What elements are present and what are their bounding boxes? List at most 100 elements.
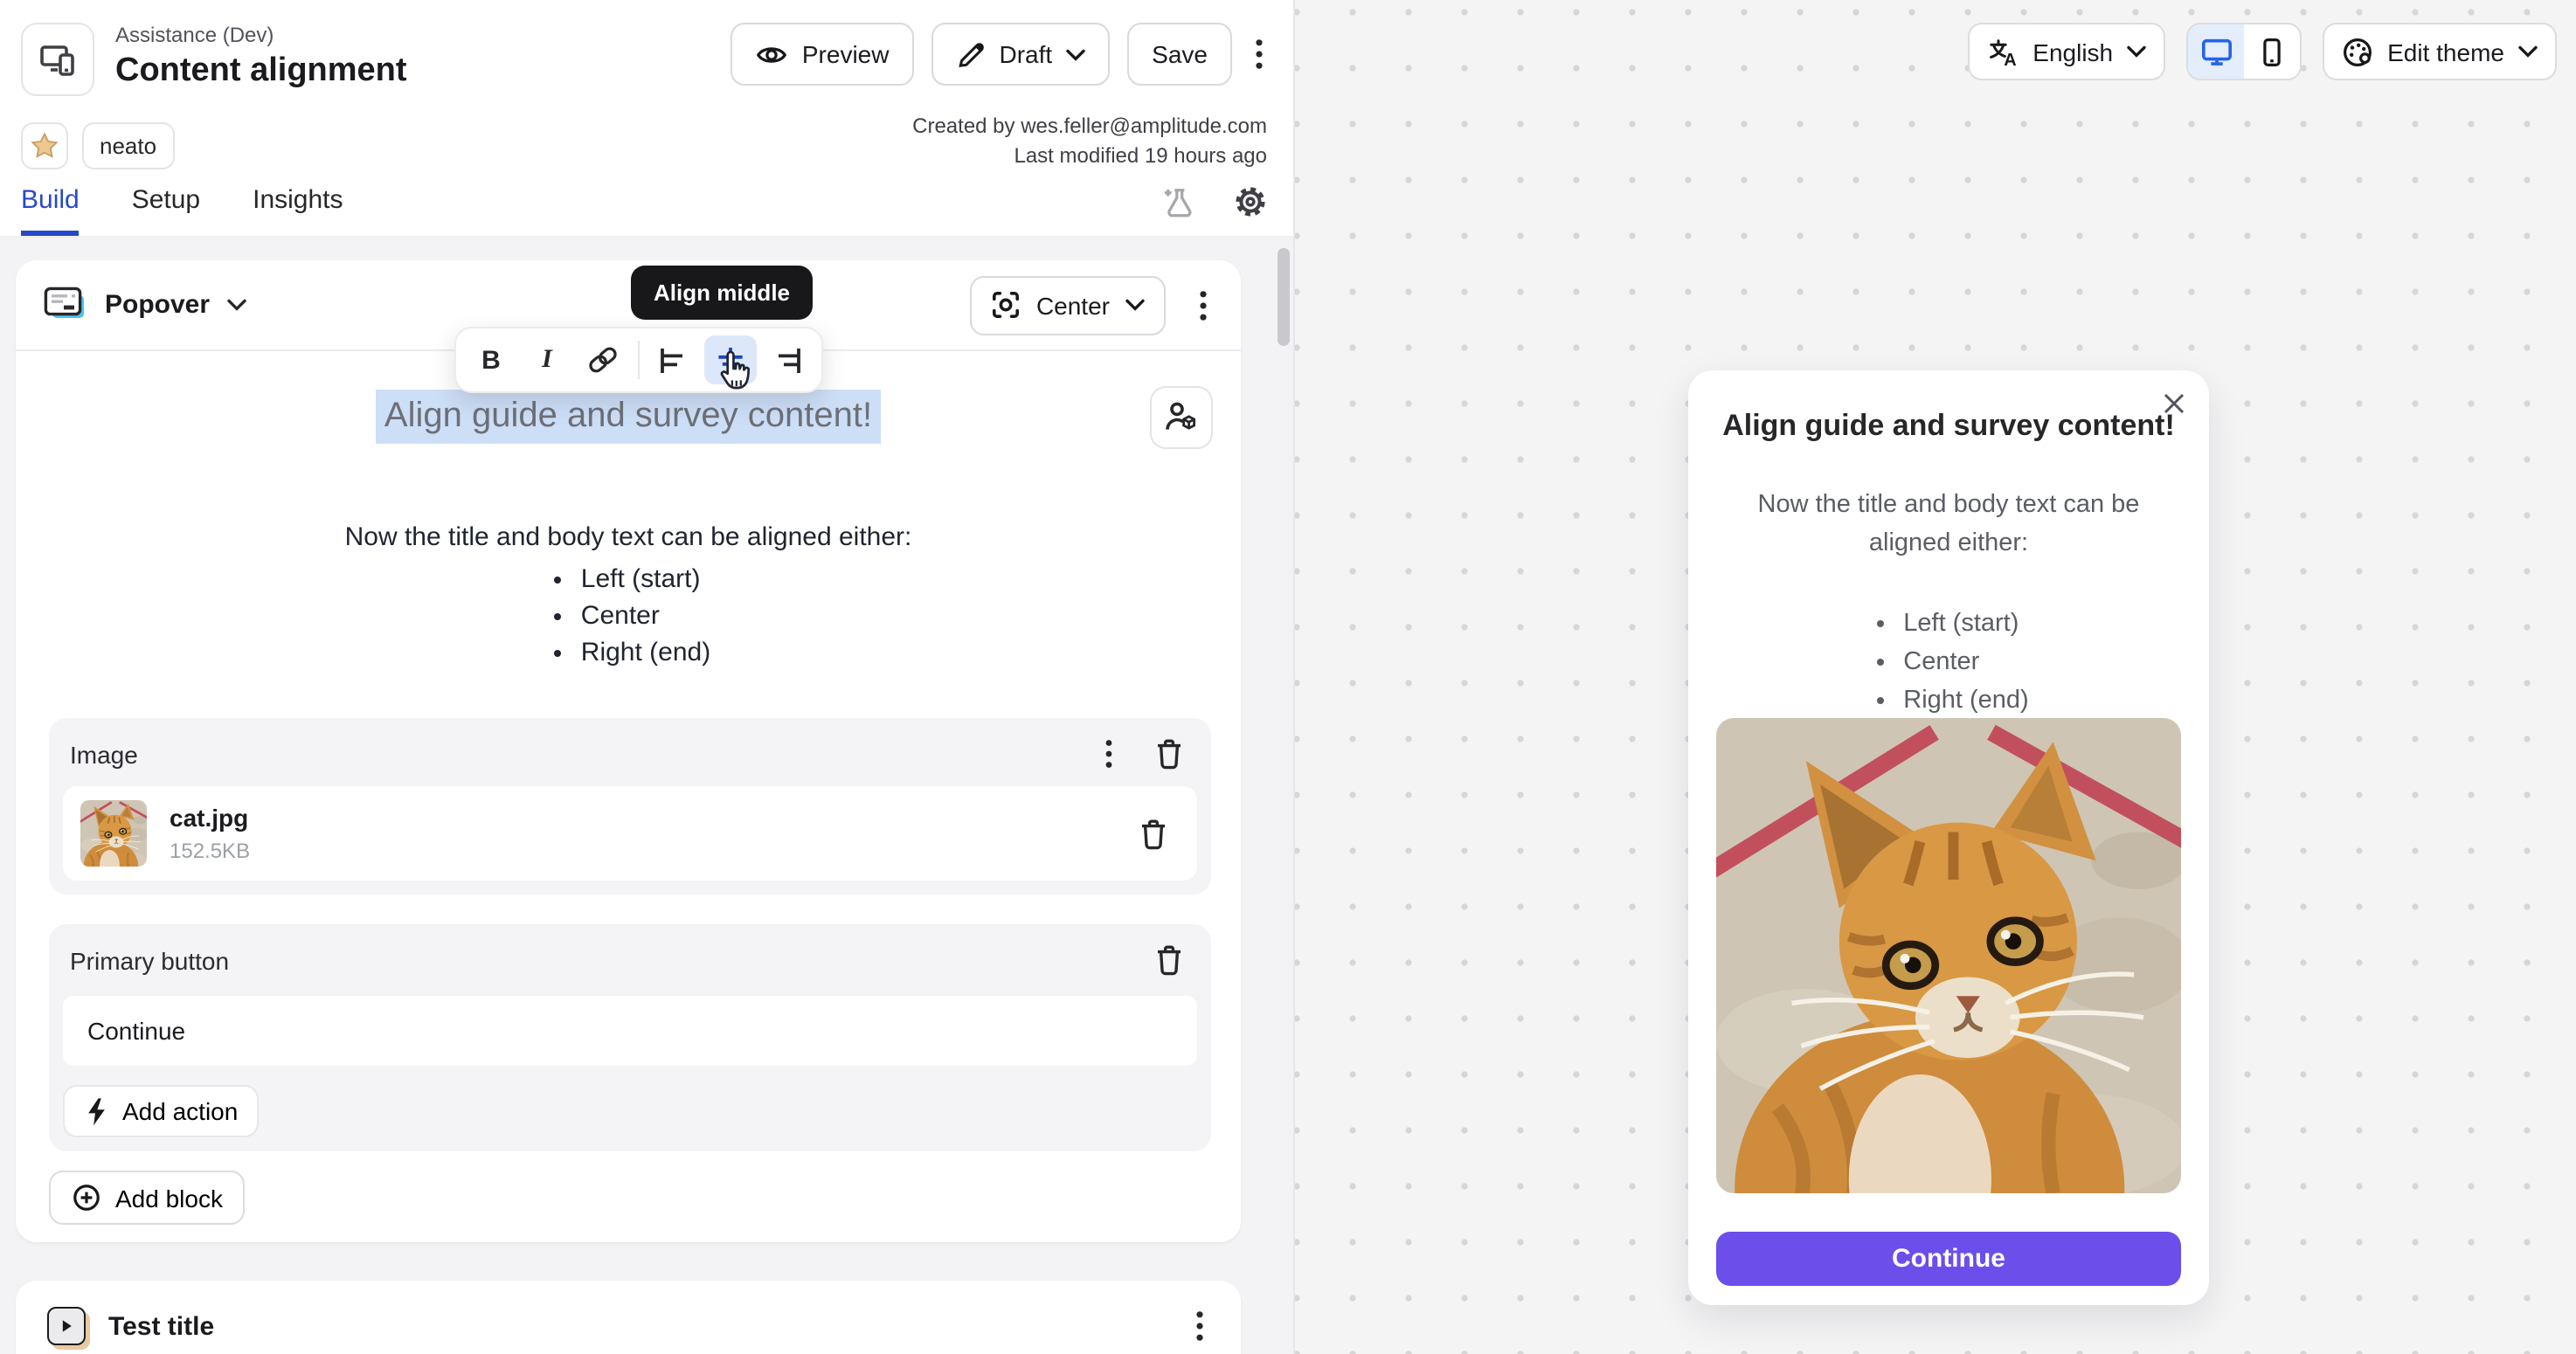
phone-icon [2256,36,2288,67]
language-dropdown[interactable]: A English [1968,23,2165,80]
gear-icon[interactable] [1229,182,1272,222]
position-dropdown[interactable]: Center [970,275,1166,335]
link-icon [587,344,619,376]
svg-text:A: A [2004,50,2016,67]
device-toggle [2186,23,2302,80]
image-block-label: Image [70,740,138,768]
file-trash-icon[interactable] [1132,813,1180,853]
preview-button[interactable]: Preview [731,23,914,86]
popover-preview: Align guide and survey content! Now the … [1688,370,2209,1305]
chevron-down-icon [1066,48,1085,60]
tag-label: neato [100,133,156,159]
add-action-label: Add action [122,1097,238,1125]
last-modified: Last modified 19 hours ago [912,142,1267,171]
pencil-icon [955,39,985,69]
block-kebab-menu[interactable] [1194,286,1213,324]
button-text-input[interactable]: Continue [63,996,1197,1066]
tab-bar: Build Setup Insights [0,182,1293,238]
tab-setup[interactable]: Setup [132,185,200,236]
next-step-card: Test title [16,1281,1241,1354]
guide-heading-editable[interactable]: Align guide and survey content! [376,390,881,444]
preview-bullet-item: Right (end) [1903,681,2028,720]
app-root: Assistance (Dev) Content alignment Previ… [0,0,2576,1354]
align-right-icon [771,347,802,373]
position-value: Center [1036,291,1110,319]
meta-info: Created by wes.feller@amplitude.com Last… [912,112,1267,171]
bullet-item: Left (start) [581,561,710,598]
star-icon [30,131,59,161]
file-name: cat.jpg [170,804,250,832]
preview-continue-button[interactable]: Continue [1716,1232,2181,1286]
scrollbar-thumb[interactable] [1278,248,1290,346]
align-middle-tooltip: Align middle [631,266,813,320]
image-block-trash-icon[interactable] [1148,734,1190,774]
toolbar-divider [638,341,640,379]
language-value: English [2032,38,2113,66]
bullet-item: Center [581,598,710,634]
guide-type-logo [21,23,94,96]
chevron-down-icon [1125,299,1145,311]
tag-chip[interactable]: neato [82,122,174,169]
header-kebab-menu[interactable] [1250,35,1269,73]
page-title: Content alignment [115,52,407,91]
image-kebab-menu[interactable] [1099,736,1118,772]
tab-build[interactable]: Build [21,185,80,236]
guide-body-text[interactable]: Now the title and body text can be align… [16,522,1241,552]
position-icon [991,290,1021,320]
preview-title: Align guide and survey content! [1716,409,2181,444]
devices-icon [37,38,79,80]
builder-panel: Assistance (Dev) Content alignment Previ… [0,0,1295,1354]
primary-button-block: Primary button Continue [49,924,1211,1151]
button-block-trash-icon[interactable] [1148,940,1190,980]
next-step-kebab-menu[interactable] [1190,1307,1209,1345]
edit-theme-label: Edit theme [2387,38,2504,66]
image-block: Image [49,718,1211,895]
image-thumbnail [80,800,147,867]
align-middle-button[interactable] [704,335,757,384]
personalize-button[interactable] [1150,386,1213,449]
preview-bullet-item: Left (start) [1903,604,2028,643]
app-label: Assistance (Dev) [115,23,407,47]
status-label: Draft [999,40,1052,68]
created-by: Created by wes.feller@amplitude.com [912,112,1267,142]
preview-bullet-item: Center [1903,643,2028,681]
preview-body-text: Now the title and body text can be align… [1741,486,2157,563]
text-format-toolbar: B I [454,327,823,393]
experiment-flask-icon[interactable] [1155,182,1199,222]
align-right-button[interactable] [760,335,813,384]
builder-header: Assistance (Dev) Content alignment Previ… [0,0,1293,238]
block-type-chevron-icon[interactable] [222,295,252,314]
link-button[interactable] [577,335,629,384]
chevron-down-icon [2518,45,2538,58]
lightning-bolt-icon [84,1096,108,1126]
mobile-view-button[interactable] [2244,24,2300,79]
file-size: 152.5KB [170,839,250,863]
translate-icon: A [1987,36,2019,67]
add-action-button[interactable]: Add action [63,1085,259,1137]
popover-block-card: Popover [16,260,1241,1242]
align-left-button[interactable] [648,335,701,384]
video-play-icon [47,1307,86,1345]
preview-label: Preview [802,40,890,68]
next-step-title: Test title [108,1311,214,1341]
palette-icon [2342,36,2373,67]
image-file-row[interactable]: cat.jpg 152.5KB [63,786,1197,881]
tab-insights[interactable]: Insights [253,185,343,236]
save-button[interactable]: Save [1127,23,1232,86]
add-block-button[interactable]: Add block [49,1171,246,1225]
italic-button[interactable]: I [521,335,573,384]
monitor-icon [2199,35,2233,68]
favorite-button[interactable] [21,122,68,169]
bold-button[interactable]: B [465,335,517,384]
edit-theme-dropdown[interactable]: Edit theme [2323,23,2557,80]
preview-bullet-list: Left (start) Center Right (end) [1716,604,2181,720]
guide-bullet-list[interactable]: Left (start) Center Right (end) [16,561,1241,671]
desktop-view-button[interactable] [2188,24,2244,79]
status-dropdown[interactable]: Draft [931,23,1110,86]
builder-canvas: Popover [0,238,1293,1354]
block-type-label: Popover [105,290,210,320]
primary-button-label: Primary button [70,946,229,974]
add-block-label: Add block [115,1184,223,1212]
person-box-icon [1164,400,1199,435]
close-icon[interactable] [2164,393,2185,414]
